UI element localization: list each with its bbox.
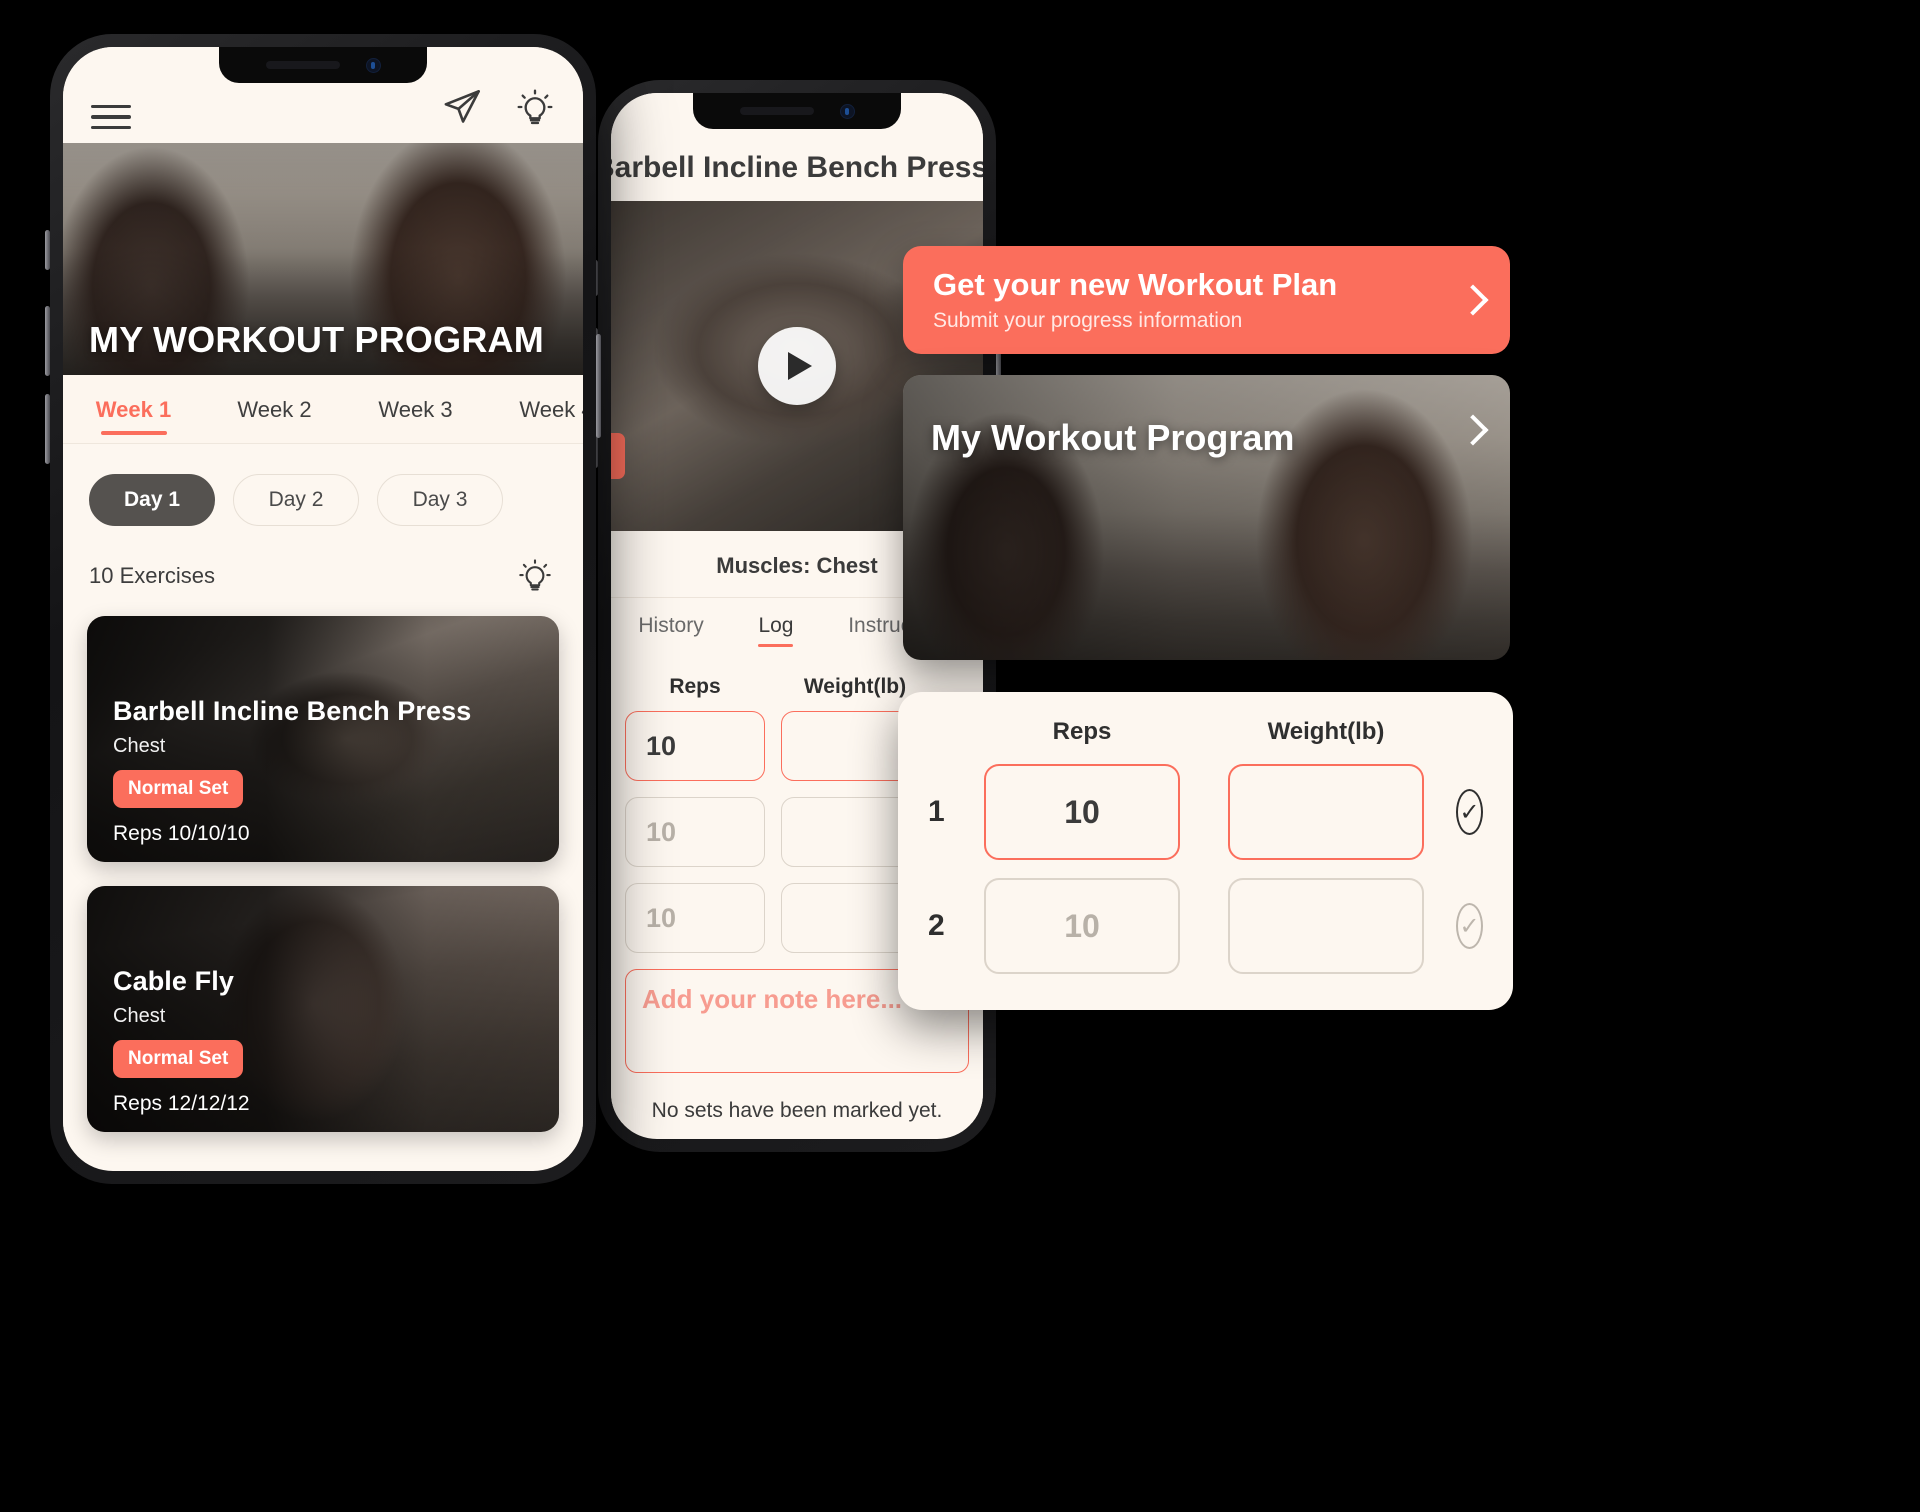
- mute-switch[interactable]: [45, 230, 50, 270]
- exercise-title: Barbell Incline Bench Press: [611, 151, 983, 184]
- phone1-screen: MY WORKOUT PROGRAM Week 1 Week 2 Week 3 …: [63, 47, 583, 1171]
- day-selector: Day 1 Day 2 Day 3: [63, 444, 583, 526]
- set-type-badge: Normal Set: [113, 1040, 244, 1078]
- reps-input-2[interactable]: 10: [625, 797, 765, 867]
- my-workout-program-card[interactable]: My Workout Program: [903, 375, 1510, 660]
- banner-title: Get your new Workout Plan: [933, 267, 1338, 302]
- exercise-list: Barbell Incline Bench Press Chest Normal…: [63, 594, 583, 1132]
- exercise-card-body: Cable Fly Chest Normal Set Reps 12/12/12: [113, 966, 543, 1116]
- workout-plan-banner[interactable]: Get your new Workout Plan Submit your pr…: [903, 246, 1510, 354]
- notch: [693, 93, 901, 129]
- tab-week-2[interactable]: Week 2: [204, 397, 345, 443]
- exercise-name: Barbell Incline Bench Press: [113, 696, 472, 726]
- day-button-1[interactable]: Day 1: [89, 474, 215, 526]
- volume-up-button[interactable]: [45, 306, 50, 376]
- tab-history[interactable]: History: [638, 614, 703, 647]
- check-circle-icon-set-2[interactable]: ✓: [1456, 903, 1483, 949]
- reps-input-1[interactable]: 10: [625, 711, 765, 781]
- side-accent-tab: [611, 433, 625, 479]
- column-header-weight: Weight(lb): [1267, 718, 1385, 745]
- weight-input-set-2[interactable]: [1228, 878, 1424, 974]
- column-header-reps: Reps: [1052, 718, 1112, 745]
- front-camera-icon: [365, 57, 381, 73]
- banner-text: Get your new Workout Plan Submit your pr…: [933, 267, 1337, 333]
- exercise-card-body: Barbell Incline Bench Press Chest Normal…: [113, 696, 543, 846]
- phone-device-program: MY WORKOUT PROGRAM Week 1 Week 2 Week 3 …: [45, 31, 601, 1187]
- no-sets-message: No sets have been marked yet.: [611, 1073, 983, 1123]
- earpiece-speaker: [265, 61, 340, 69]
- notch: [219, 47, 427, 83]
- exercise-reps: Reps 10/10/10: [113, 822, 250, 845]
- screenshot-stage: Barbell Incline Bench Press Muscles: Che…: [0, 0, 1920, 1512]
- set-index: 1: [928, 795, 945, 828]
- hamburger-menu-icon[interactable]: [91, 104, 131, 129]
- tab-week-4[interactable]: Week 4: [486, 397, 583, 443]
- exercise-name: Cable Fly: [113, 966, 234, 996]
- set-log-card: Reps Weight(lb) 1 10 ✓ 2 10 ✓: [898, 692, 1513, 1010]
- exercise-count-row: 10 Exercises: [63, 526, 583, 594]
- power-button[interactable]: [596, 334, 601, 438]
- chevron-right-icon: [1457, 414, 1489, 446]
- volume-down-button[interactable]: [45, 394, 50, 464]
- reps-input-set-1[interactable]: 10: [984, 764, 1180, 860]
- reps-input-3[interactable]: 10: [625, 883, 765, 953]
- play-icon[interactable]: [758, 327, 836, 405]
- set-index: 2: [928, 909, 945, 942]
- page-title: MY WORKOUT PROGRAM: [89, 319, 544, 360]
- set-log-header: Reps Weight(lb): [928, 718, 1483, 746]
- day-button-3[interactable]: Day 3: [377, 474, 503, 526]
- exercise-reps: Reps 12/12/12: [113, 1092, 250, 1115]
- exercise-muscle: Chest: [113, 1005, 166, 1027]
- exercise-card-cable-fly[interactable]: Cable Fly Chest Normal Set Reps 12/12/12: [87, 886, 559, 1132]
- exercise-count-label: 10 Exercises: [89, 563, 215, 588]
- exercise-muscle: Chest: [113, 735, 166, 757]
- banner-subtitle: Submit your progress information: [933, 309, 1243, 332]
- tab-week-3[interactable]: Week 3: [345, 397, 486, 443]
- column-header-reps: Reps: [669, 675, 721, 698]
- paper-plane-icon[interactable]: [441, 87, 483, 129]
- earpiece-speaker: [739, 107, 814, 115]
- program-hero-image: MY WORKOUT PROGRAM: [63, 143, 583, 375]
- tab-log[interactable]: Log: [758, 614, 794, 647]
- reps-input-set-2[interactable]: 10: [984, 878, 1180, 974]
- chevron-right-icon: [1457, 284, 1489, 316]
- exercise-card-bench-press[interactable]: Barbell Incline Bench Press Chest Normal…: [87, 616, 559, 862]
- check-circle-icon-set-1[interactable]: ✓: [1456, 789, 1483, 835]
- set-type-badge: Normal Set: [113, 770, 244, 808]
- top-bar-actions: [441, 87, 555, 129]
- program-card-label: My Workout Program: [931, 417, 1295, 458]
- tab-week-1[interactable]: Week 1: [63, 397, 204, 443]
- week-tabs: Week 1 Week 2 Week 3 Week 4: [63, 375, 583, 443]
- set-log-row: 2 10 ✓: [928, 878, 1483, 974]
- lightbulb-icon[interactable]: [517, 558, 553, 594]
- day-button-2[interactable]: Day 2: [233, 474, 359, 526]
- weight-input-set-1[interactable]: [1228, 764, 1424, 860]
- front-camera-icon: [839, 103, 855, 119]
- lightbulb-icon[interactable]: [515, 88, 555, 128]
- set-log-row: 1 10 ✓: [928, 764, 1483, 860]
